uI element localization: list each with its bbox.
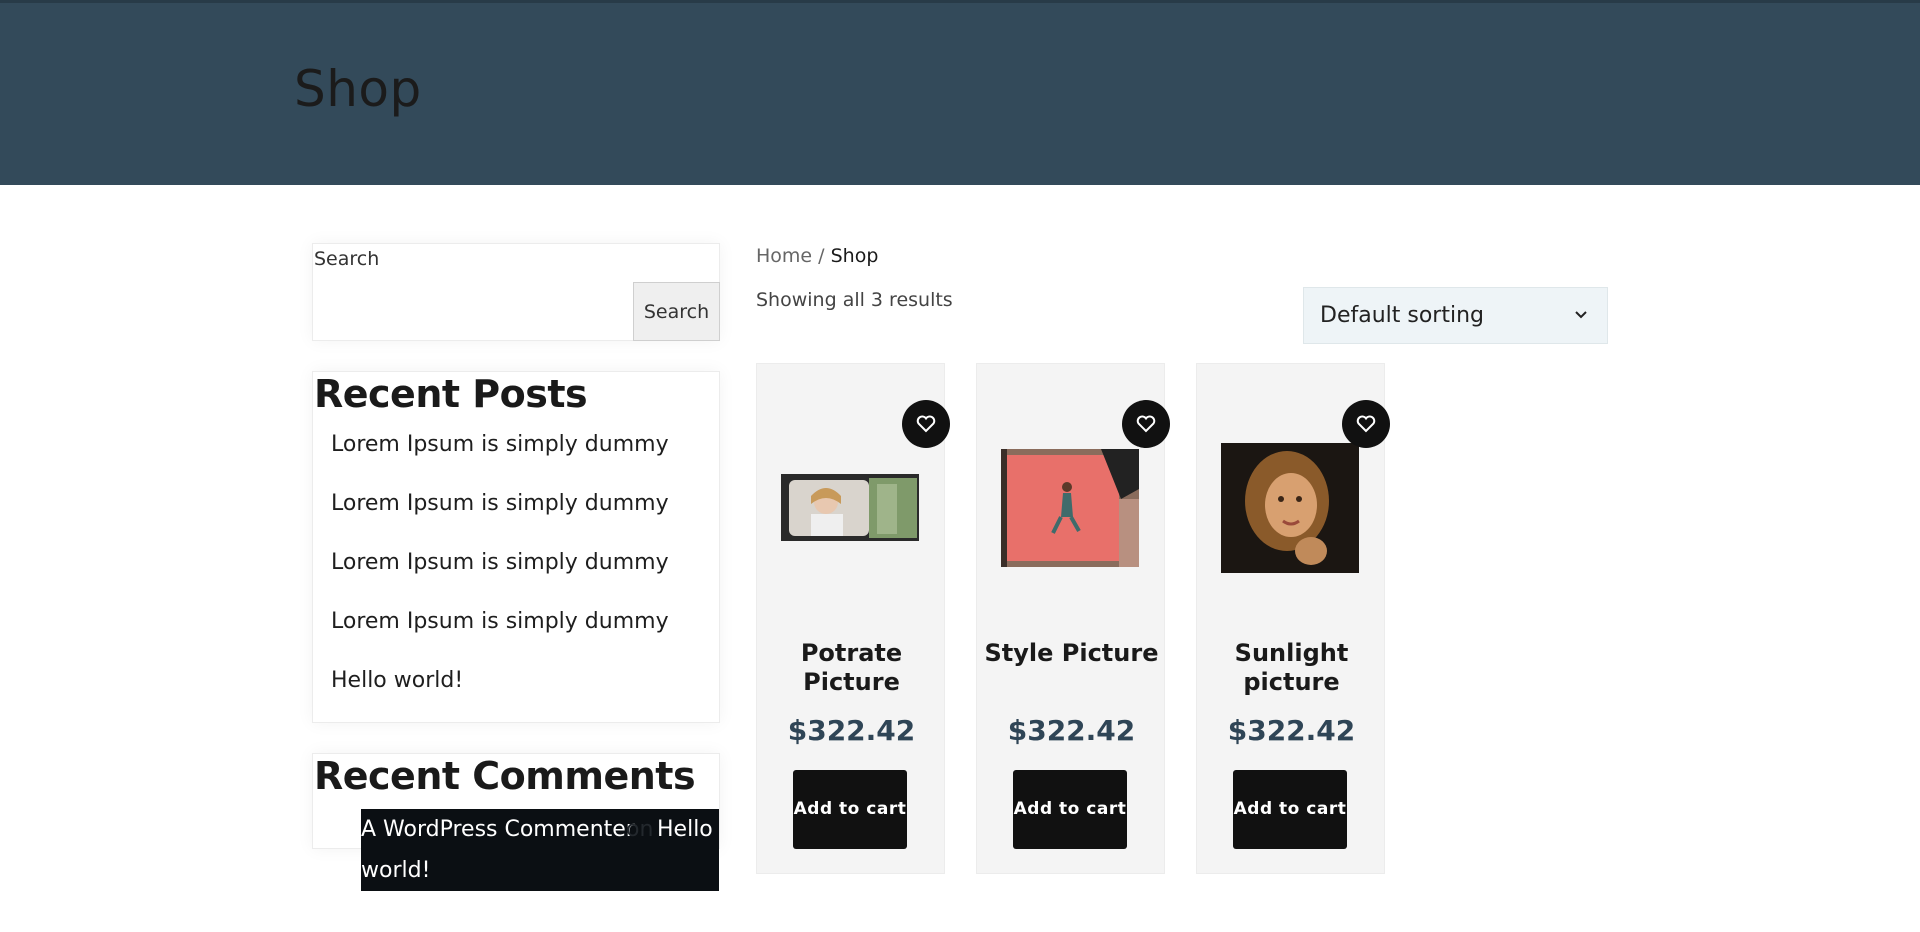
sorting-selected-value: Default sorting [1320,303,1484,328]
search-label: Search [314,248,380,270]
wishlist-button[interactable] [902,400,950,448]
recent-post-link[interactable]: Hello world! [331,666,669,725]
wishlist-button[interactable] [1122,400,1170,448]
search-input[interactable] [313,284,633,340]
product-image[interactable] [1221,443,1359,573]
heart-icon [916,415,936,433]
product-price: $322.42 [787,714,916,747]
add-to-cart-button[interactable]: Add to cart [793,770,907,849]
recent-comment-item: A WordPress Commenter on Hello world! [361,809,719,891]
product-card[interactable]: Potrate Picture $322.42 Add to cart [756,363,950,874]
recent-posts-list: Lorem Ipsum is simply dummy Lorem Ipsum … [331,430,669,725]
comment-author-link[interactable]: A WordPress Commenter [361,809,635,850]
recent-comments-title: Recent Comments [314,754,696,798]
breadcrumb: Home / Shop [756,245,878,267]
product-image[interactable] [781,474,919,541]
product-card[interactable]: Sunlight picture $322.42 Add to cart [1196,363,1390,874]
search-button[interactable]: Search [633,282,720,341]
search-widget: Search Search [312,243,720,341]
page-title: Shop [294,60,422,118]
product-card[interactable]: Style Picture $322.42 Add to cart [976,363,1170,874]
recent-post-link[interactable]: Lorem Ipsum is simply dummy [331,489,669,548]
product-image[interactable] [1001,449,1139,567]
add-to-cart-button[interactable]: Add to cart [1233,770,1347,849]
breadcrumb-separator: / [812,245,831,267]
wishlist-button[interactable] [1342,400,1390,448]
comment-post-link[interactable]: Hello [657,809,713,850]
product-price: $322.42 [1227,714,1356,747]
product-name[interactable]: Potrate Picture [757,639,946,697]
breadcrumb-home-link[interactable]: Home [756,245,812,267]
product-name[interactable]: Style Picture [977,639,1166,668]
breadcrumb-current: Shop [830,245,879,267]
recent-posts-widget: Recent Posts Lorem Ipsum is simply dummy… [312,371,720,723]
add-to-cart-button[interactable]: Add to cart [1013,770,1127,849]
recent-posts-title: Recent Posts [314,372,588,416]
comment-on-text: on [626,817,654,842]
heart-icon [1356,415,1376,433]
page-header: Shop [0,0,1920,185]
chevron-down-icon [1575,311,1587,319]
heart-icon [1136,415,1156,433]
product-name[interactable]: Sunlight picture [1197,639,1386,697]
recent-post-link[interactable]: Lorem Ipsum is simply dummy [331,430,669,489]
recent-post-link[interactable]: Lorem Ipsum is simply dummy [331,607,669,666]
comment-post-link-cont[interactable]: world! [361,850,430,891]
recent-post-link[interactable]: Lorem Ipsum is simply dummy [331,548,669,607]
product-price: $322.42 [1007,714,1136,747]
result-count: Showing all 3 results [756,289,953,311]
sorting-select[interactable]: Default sorting [1303,287,1608,344]
